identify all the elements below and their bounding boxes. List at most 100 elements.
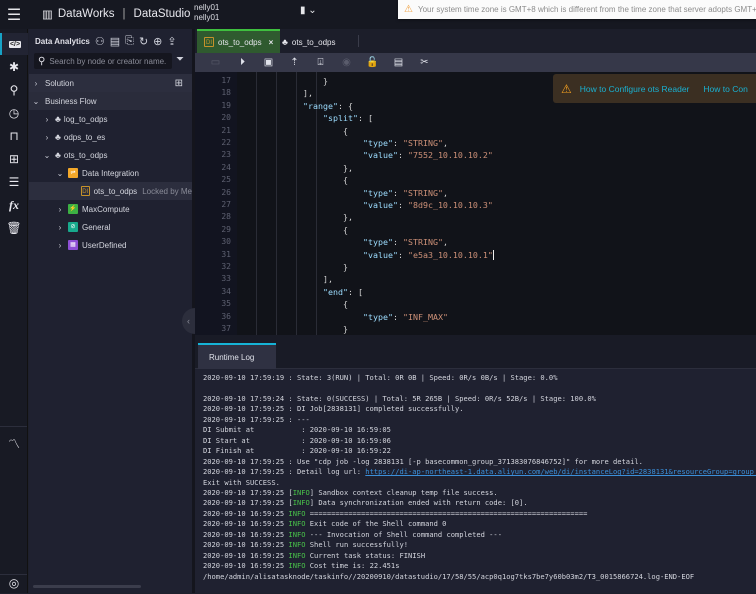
code-icon[interactable]: </> [0, 33, 28, 55]
line-number: 23 [221, 150, 231, 160]
list-settings-icon[interactable]: ☰ [0, 171, 28, 193]
line-number: 29 [221, 224, 231, 234]
line-number: 34 [221, 286, 231, 296]
tree-item-solution[interactable]: › Solution ⊞ [29, 74, 192, 92]
code-line: "end": [ [323, 286, 363, 297]
workflow-icon: ♣ [55, 132, 61, 142]
stop-icon[interactable]: ◉ [340, 56, 353, 69]
detail-log-link[interactable]: https://di-ap-northeast-1.data.aliyun.co… [365, 467, 756, 476]
import-icon[interactable]: ⇪ [167, 35, 176, 48]
workspace-selector[interactable]: nelly01 nelly01 [194, 3, 219, 23]
chevron-right-icon: › [34, 78, 38, 88]
lock-icon[interactable]: 🔓 [366, 56, 379, 69]
tree-item-folder[interactable]: › ⚡ MaxCompute [29, 200, 192, 218]
maxcompute-icon: ⚡ [68, 204, 78, 214]
code-line: "range": { [303, 100, 353, 111]
refresh-icon[interactable]: ↻ [139, 35, 148, 48]
workspace-line2: nelly01 [194, 13, 220, 22]
search-icon[interactable]: ⚲ [0, 79, 28, 101]
general-icon: ⊘ [68, 222, 78, 232]
log-line: Exit with SUCCESS. [203, 477, 280, 487]
save-icon[interactable]: ▭ [209, 56, 222, 69]
chevron-right-icon: › [45, 114, 49, 124]
close-icon[interactable]: × [269, 38, 274, 47]
format-icon[interactable]: ▤ [392, 56, 405, 69]
filter-icon[interactable]: ⏷ [176, 54, 184, 65]
tree-item-folder[interactable]: › ⊘ General [29, 218, 192, 236]
tree-item-node-selected[interactable]: DI ots_to_odps Locked by Me [29, 182, 192, 200]
search-input[interactable]: ⚲ Search by node or creator name. [34, 53, 172, 69]
code-line: "type": "STRING", [363, 138, 448, 148]
code-editor[interactable]: 17} 18], 19 "range": {20 "split": [21 {22 "typ… [195, 72, 756, 335]
log-line: 2020-09-10 16:59:25 INFO Cost time is: 2… [203, 561, 400, 571]
settings-icon[interactable]: ◎ [0, 572, 28, 594]
code-line: "value": "8d9c_10.10.10.3" [363, 200, 493, 210]
puzzle-icon[interactable]: ✱ [0, 56, 28, 78]
line-number: 21 [221, 125, 231, 135]
help-link-2[interactable]: How to Con [703, 84, 747, 94]
line-number: 25 [221, 175, 231, 185]
table-icon[interactable]: ⊞ [0, 148, 28, 170]
product-name[interactable]: DataStudio [134, 8, 191, 20]
chevron-down-icon: ⌄ [32, 96, 40, 106]
tree-item-folder[interactable]: › ▦ UserDefined [29, 236, 192, 254]
tab-ots-to-odps-di[interactable]: DI ots_to_odps × [197, 29, 281, 53]
indent-guide [296, 72, 297, 335]
publish-icon[interactable]: ⍗ [314, 56, 327, 69]
dataworks-logo-icon: ▥ [42, 9, 53, 21]
tree-item-workflow[interactable]: ⌄ ♣ ots_to_odps [29, 146, 192, 164]
line-number: 31 [221, 249, 231, 259]
di-node-icon: DI [204, 37, 214, 47]
line-number: 30 [221, 237, 231, 247]
tab-runtime-log[interactable]: Runtime Log [198, 343, 276, 369]
chevron-right-icon: › [58, 204, 62, 214]
tree-item-workflow[interactable]: › ♣ log_to_odps [29, 110, 192, 128]
run-icon[interactable]: ⏵ [236, 56, 249, 69]
resource-group-icon[interactable]: ✂ [418, 56, 431, 69]
pulse-icon[interactable]: 〽 [0, 432, 28, 454]
trash-icon[interactable]: 🗑 [0, 217, 28, 239]
code-line: } [343, 262, 348, 272]
divider [0, 426, 27, 427]
line-number: 17 [221, 76, 231, 85]
code-line: { [343, 299, 348, 310]
log-line: 2020-09-10 16:59:25 INFO ===============… [203, 508, 588, 518]
chevron-right-icon: › [58, 240, 62, 250]
editor-tabs: DI ots_to_odps × ♣ ots_to_odps [195, 29, 756, 53]
code-line: "type": "STRING", [363, 187, 448, 198]
code-line: "split": [ [323, 113, 373, 124]
tree-item-folder[interactable]: ⌄ ⇌ Data Integration [29, 164, 192, 182]
toolbox-icon[interactable]: ⊓ [0, 125, 28, 147]
tab-ots-to-odps-workflow[interactable]: ♣ ots_to_odps [275, 31, 343, 53]
code-line: } [343, 324, 348, 334]
code-line: { [343, 175, 348, 186]
code-line: "value": "e5a3_10.10.10.1" [363, 249, 494, 261]
line-number: 20 [221, 113, 231, 123]
clock-icon[interactable]: ◷ [0, 102, 28, 124]
run-with-params-icon[interactable]: ▣ [262, 56, 275, 69]
search-code-icon[interactable]: ▤ [110, 35, 120, 48]
text-cursor [492, 250, 494, 261]
grid-icon[interactable]: ⊞ [175, 78, 183, 89]
log-line: 2020-09-10 17:59:19 : State: 3(RUN) | To… [203, 373, 558, 382]
data-analytics-panel: Data Analytics ⚇ ▤ ⎘ ↻ ⊕ ⇪ ⚲ Search by n… [29, 29, 195, 593]
new-file-icon[interactable]: ⎘ [125, 35, 134, 48]
line-number: 26 [221, 187, 231, 197]
function-icon[interactable]: fx [0, 194, 28, 216]
menu-icon[interactable]: ☰ [0, 0, 28, 29]
code-line: "type": "STRING", [363, 237, 448, 248]
brand: ▥ DataWorks | DataStudio [42, 7, 190, 21]
bookmark-dropdown[interactable]: ▮ ⌄ [300, 5, 317, 16]
horizontal-scrollbar[interactable] [33, 585, 141, 588]
tree-item-workflow[interactable]: › ♣ odps_to_es [29, 128, 192, 146]
line-number: 33 [221, 274, 231, 284]
user-filter-icon[interactable]: ⚇ [95, 35, 105, 48]
submit-icon[interactable]: ⇡ [288, 56, 301, 69]
tree-item-business-flow[interactable]: ⌄ Business Flow [29, 92, 192, 110]
code-line: ], [303, 88, 313, 99]
line-number: 22 [221, 138, 231, 147]
code-line: { [343, 224, 348, 235]
help-link-ots-reader[interactable]: How to Configure ots Reader [580, 84, 690, 94]
log-line: 2020-09-10 16:59:25 INFO Exit code of th… [203, 519, 447, 529]
locate-icon[interactable]: ⊕ [153, 35, 162, 48]
